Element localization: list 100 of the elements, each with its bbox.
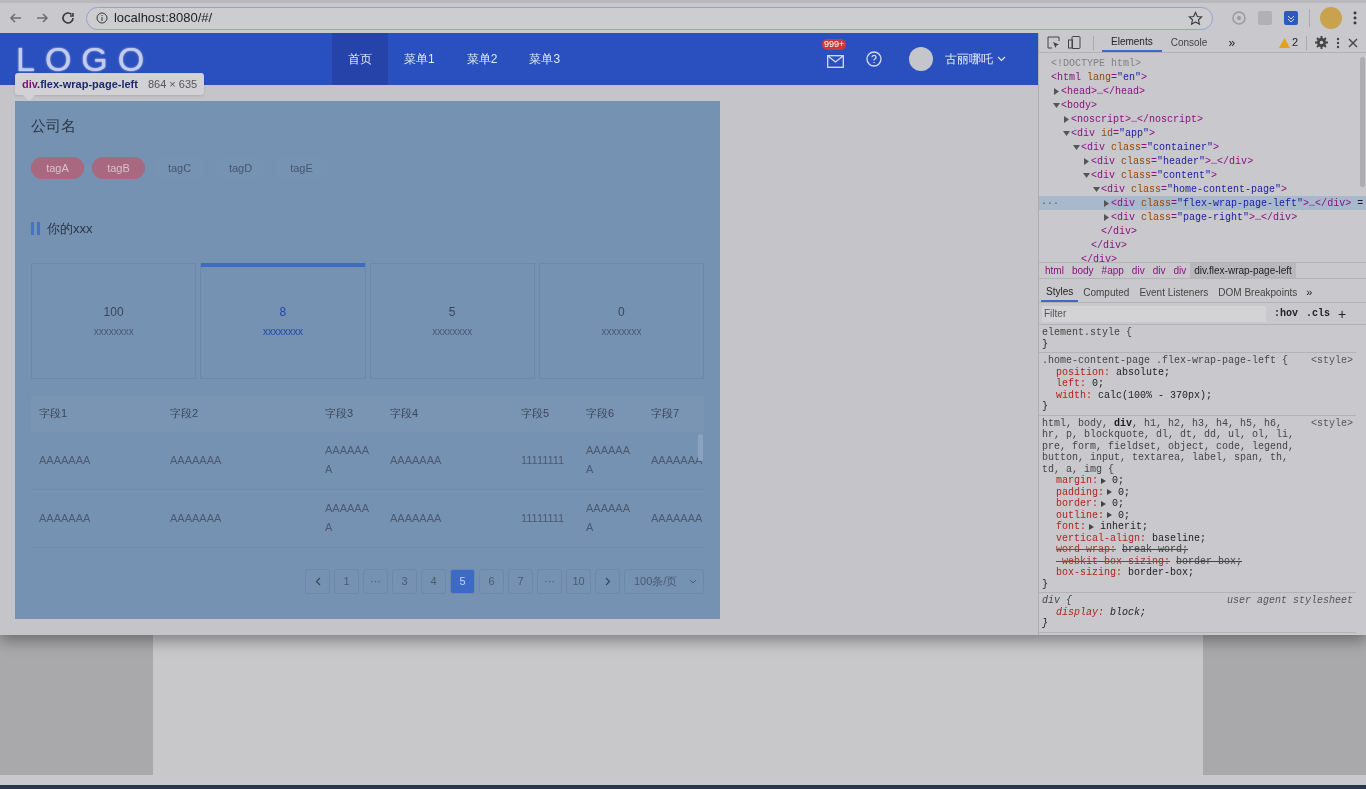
nav-item[interactable]: 菜单1 [388, 33, 451, 85]
nav-item[interactable]: 菜单2 [450, 33, 514, 85]
more-tabs-button[interactable]: » [1306, 284, 1313, 301]
reload-icon[interactable] [59, 10, 76, 26]
stat-card[interactable]: 0 xxxxxxxx [538, 262, 704, 379]
user-name[interactable]: 古丽哪吒 [945, 50, 993, 68]
rule-source-link[interactable]: <style> [1311, 417, 1353, 429]
stat-card[interactable]: 5 xxxxxxxx [369, 262, 535, 379]
menu-icon[interactable] [1352, 10, 1359, 26]
styles-tab[interactable]: Event Listeners [1134, 283, 1214, 302]
dom-node[interactable]: <div class="header">…</div> [1091, 153, 1254, 169]
more-tabs-button[interactable]: » [1228, 33, 1236, 52]
breadcrumb-item[interactable]: div.flex-wrap-page-left [1190, 263, 1296, 278]
stat-card[interactable]: 8 xxxxxxxx [200, 262, 366, 379]
dom-node[interactable]: <body> [1061, 97, 1098, 113]
css-property[interactable]: vertical-align: [1056, 532, 1146, 544]
devtools-tab[interactable]: Console [1161, 33, 1217, 52]
css-property[interactable]: font: [1056, 521, 1086, 533]
css-value[interactable]: 0; [1112, 498, 1125, 510]
extension-icon[interactable] [1283, 10, 1300, 26]
expanded-arrow-icon[interactable] [1053, 101, 1060, 109]
collapsed-arrow-icon[interactable] [1063, 115, 1070, 123]
css-value[interactable]: border-box; [1128, 567, 1195, 579]
menu-icon[interactable] [1336, 36, 1340, 49]
css-property[interactable]: box-sizing: [1056, 567, 1122, 579]
css-value[interactable]: block; [1110, 606, 1147, 618]
breadcrumb-item[interactable]: #app [1097, 263, 1128, 278]
devtools-tab[interactable]: Elements [1102, 33, 1162, 52]
device-icon[interactable] [1068, 36, 1081, 49]
dom-node[interactable]: <div class="home-content-page"> [1101, 181, 1288, 197]
css-value[interactable]: absolute; [1116, 366, 1171, 378]
caret-icon[interactable] [997, 56, 1006, 62]
dom-node[interactable]: <div class="container"> [1081, 139, 1220, 155]
css-value[interactable]: inherit; [1100, 521, 1149, 533]
css-value[interactable]: border-box; [1176, 555, 1243, 567]
mail-icon[interactable] [827, 54, 844, 68]
styles-tab[interactable]: DOM Breakpoints [1213, 283, 1303, 302]
css-value[interactable]: baseline; [1152, 532, 1207, 544]
collapsed-arrow-icon[interactable] [1083, 157, 1090, 165]
inspect-icon[interactable] [1047, 36, 1060, 49]
user-avatar[interactable] [909, 47, 933, 71]
dom-node[interactable]: <noscript>…</noscript> [1071, 111, 1204, 127]
warning-count[interactable]: 2 [1291, 34, 1298, 51]
styles-tab[interactable]: Computed [1078, 283, 1135, 302]
breadcrumb-item[interactable]: div [1148, 263, 1170, 278]
settings-icon[interactable] [1315, 36, 1328, 49]
expanded-arrow-icon[interactable] [1083, 171, 1090, 179]
css-value[interactable]: 0; [1118, 486, 1131, 498]
rule-source-link[interactable]: user agent stylesheet [1226, 595, 1353, 607]
breadcrumb-item[interactable]: body [1067, 263, 1098, 278]
dom-node[interactable]: </div> [1101, 223, 1138, 239]
dom-node[interactable]: <head>…</head> [1061, 83, 1146, 99]
class-toggle-button[interactable]: .cls [1306, 306, 1331, 321]
css-value[interactable]: break-word; [1122, 544, 1189, 556]
breadcrumb-item[interactable]: html [1041, 263, 1068, 278]
filter-field[interactable]: Filter [1042, 305, 1266, 322]
css-value[interactable]: 0; [1112, 475, 1125, 487]
scrollbar-thumb[interactable] [1360, 57, 1365, 187]
expanded-arrow-icon[interactable] [1093, 185, 1100, 193]
expanded-arrow-icon[interactable] [1063, 129, 1070, 137]
css-property[interactable]: width: [1056, 389, 1092, 401]
star-icon[interactable] [1188, 10, 1204, 26]
css-value[interactable]: calc(100% - 370px); [1098, 389, 1213, 401]
rule-source-link[interactable]: <style> [1311, 355, 1353, 367]
dom-node[interactable]: <div class="flex-wrap-page-left">…</div> [1111, 195, 1352, 211]
breadcrumb-item[interactable]: div [1169, 263, 1191, 278]
dom-node[interactable]: <div id="app"> [1071, 125, 1156, 141]
dom-node[interactable]: </div> [1091, 237, 1128, 253]
collapsed-arrow-icon[interactable] [1103, 199, 1110, 207]
collapsed-arrow-icon[interactable] [1053, 87, 1060, 95]
css-property[interactable]: margin: [1056, 475, 1098, 487]
css-property[interactable]: display: [1056, 606, 1104, 618]
help-icon[interactable] [866, 51, 882, 67]
expanded-arrow-icon[interactable] [1073, 143, 1080, 151]
css-property[interactable]: left: [1056, 378, 1086, 390]
new-rule-button[interactable]: + [1338, 306, 1347, 321]
dom-node[interactable]: <div class="content"> [1091, 167, 1218, 183]
css-value[interactable]: 0; [1118, 509, 1131, 521]
nav-item[interactable]: 菜单3 [513, 33, 577, 85]
close-icon[interactable] [1348, 37, 1358, 48]
css-property[interactable]: word-wrap: [1056, 544, 1116, 556]
css-property[interactable]: position: [1056, 366, 1110, 378]
css-property[interactable]: outline: [1056, 509, 1104, 521]
css-property[interactable]: border: [1056, 498, 1098, 510]
page-button[interactable]: 5 [450, 568, 475, 594]
css-property[interactable]: -webkit-box-sizing: [1056, 555, 1171, 567]
styles-tab[interactable]: Styles [1041, 283, 1079, 302]
breadcrumb-item[interactable]: div [1127, 263, 1149, 278]
collapsed-arrow-icon[interactable] [1103, 213, 1110, 221]
css-property[interactable]: padding: [1056, 486, 1104, 498]
stat-card[interactable]: 100 xxxxxxxx [31, 262, 197, 379]
nav-item[interactable]: 首页 [332, 33, 388, 85]
dom-node[interactable]: </div> [1081, 251, 1118, 262]
css-value[interactable]: 0; [1092, 378, 1105, 390]
hover-state-button[interactable]: :hov [1274, 306, 1298, 321]
address-bar[interactable]: localhost:8080/#/ [85, 6, 1214, 30]
row-menu-dots[interactable]: ··· [1041, 195, 1059, 211]
expand-arrow-icon[interactable] [1089, 523, 1094, 530]
dom-node[interactable]: <div class="page-right">…</div> [1111, 209, 1298, 225]
dom-node[interactable]: <html lang="en"> [1051, 69, 1148, 85]
